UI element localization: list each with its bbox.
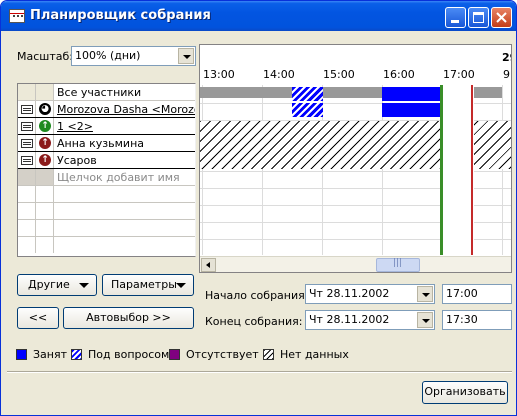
minimize-button[interactable] — [445, 7, 466, 28]
add-attendee-row[interactable]: Щелчок добавит имя — [18, 169, 195, 186]
close-button[interactable] — [491, 7, 512, 28]
separator — [7, 371, 512, 373]
busy-block — [382, 103, 442, 117]
zoom-select[interactable]: 100% (дни) — [71, 46, 196, 66]
required-attendee-icon[interactable]: ↑ — [39, 154, 51, 166]
attendee-name[interactable]: 1 <2> — [57, 120, 195, 133]
start-time-select[interactable]: 17:00 — [442, 284, 512, 304]
dropdown-arrow-icon — [79, 283, 89, 288]
attendee-row[interactable]: ↑ 1 <2> — [18, 118, 195, 135]
start-time-value: 17:00 — [446, 287, 478, 300]
autopick-forward-button[interactable]: Автовыбор >> — [63, 307, 194, 329]
meeting-planner-window: Планировщик собрания Масштаб: 100% (дни)… — [0, 0, 517, 416]
scroll-left-icon[interactable] — [201, 258, 216, 272]
tentative-block — [292, 87, 323, 101]
end-date-select[interactable]: Чт 28.11.2002 — [305, 310, 435, 330]
hour-label: 14:00 — [263, 68, 295, 81]
empty-row — [18, 220, 195, 237]
grid-line — [262, 85, 263, 255]
dropdown-arrow-icon — [176, 283, 186, 288]
grid-line — [202, 85, 203, 255]
time-ruler: 29 13:00 14:00 15:00 16:00 17:00 9:0 — [200, 45, 511, 85]
mail-icon[interactable] — [21, 156, 33, 165]
add-attendee-placeholder[interactable]: Щелчок добавит имя — [57, 171, 195, 184]
meeting-end-label: Конец собрания: — [205, 315, 303, 328]
chevron-down-icon[interactable] — [417, 286, 433, 302]
calendar-icon — [9, 9, 25, 23]
zoom-value: 100% (дни) — [75, 49, 141, 62]
minimize-icon — [451, 20, 459, 23]
hour-label: 9:0 — [503, 68, 511, 81]
free-busy-timeline[interactable]: 29 13:00 14:00 15:00 16:00 17:00 9:0 — [199, 44, 512, 273]
hour-label: 15:00 — [323, 68, 355, 81]
attendee-name[interactable]: Morozova Dasha <Morozova — [57, 103, 195, 116]
busy-block — [382, 87, 442, 101]
optional-attendee-icon[interactable]: ↑ — [39, 120, 51, 132]
meeting-start-label: Начало собрания: — [205, 289, 309, 302]
away-swatch — [169, 349, 180, 360]
mail-icon[interactable] — [21, 122, 33, 131]
mail-icon[interactable] — [21, 105, 33, 114]
organizer-icon[interactable]: ◕ — [39, 103, 51, 115]
attendee-row[interactable]: ◕ Morozova Dasha <Morozova — [18, 101, 195, 118]
start-date-value: Чт 28.11.2002 — [309, 287, 390, 300]
busy-swatch — [16, 349, 27, 360]
tentative-block — [292, 103, 323, 117]
end-date-value: Чт 28.11.2002 — [309, 313, 390, 326]
attendee-grid: Все участники ◕ Morozova Dasha <Morozova… — [17, 83, 196, 257]
empty-row — [18, 203, 195, 220]
options-button[interactable]: Параметры — [102, 274, 194, 296]
hour-label: 17:00 — [443, 68, 475, 81]
day-header: 29 — [502, 51, 511, 64]
organize-button[interactable]: Организовать — [422, 381, 508, 404]
timeline-scrollbar[interactable] — [200, 256, 511, 272]
end-time-select[interactable]: 17:30 — [442, 310, 512, 330]
hour-label: 16:00 — [383, 68, 415, 81]
attendee-name[interactable]: Анна кузьмина — [57, 137, 195, 150]
meeting-end-marker[interactable] — [471, 85, 473, 255]
options-label: Параметры — [111, 278, 177, 291]
required-attendee-icon[interactable]: ↑ — [39, 137, 51, 149]
maximize-button[interactable] — [468, 7, 489, 28]
start-date-select[interactable]: Чт 28.11.2002 — [305, 284, 435, 304]
legend-no-data-label: Нет данных — [280, 348, 349, 361]
legend-busy-label: Занят — [33, 348, 68, 361]
chevron-down-icon[interactable] — [178, 48, 194, 64]
zoom-label: Масштаб: — [17, 50, 73, 63]
title-bar[interactable]: Планировщик собрания — [1, 1, 516, 31]
attendee-row[interactable]: ↑ Анна кузьмина — [18, 135, 195, 152]
maximize-icon — [473, 12, 484, 23]
legend-tentative-label: Под вопросом — [88, 348, 170, 361]
other-attendees-button[interactable]: Другие — [17, 274, 97, 296]
end-time-value: 17:30 — [446, 313, 478, 326]
empty-row — [18, 186, 195, 203]
empty-row — [18, 237, 195, 254]
legend-away-label: Отсутствует — [186, 348, 259, 361]
tentative-swatch — [71, 349, 82, 360]
window-title: Планировщик собрания — [30, 8, 211, 23]
attendee-row[interactable]: ↑ Усаров — [18, 152, 195, 169]
chevron-down-icon[interactable] — [417, 312, 433, 328]
grid-line — [502, 85, 503, 255]
all-attendees-header[interactable]: Все участники — [57, 86, 195, 99]
meeting-selection[interactable] — [440, 85, 474, 255]
hour-label: 13:00 — [203, 68, 235, 81]
mail-icon[interactable] — [21, 139, 33, 148]
no-data-swatch — [263, 349, 274, 360]
autopick-back-button[interactable]: << — [17, 307, 59, 329]
close-icon — [496, 12, 507, 23]
meeting-start-marker[interactable] — [440, 85, 443, 255]
attendee-grid-header: Все участники — [18, 84, 195, 101]
other-attendees-label: Другие — [28, 278, 70, 291]
attendee-name[interactable]: Усаров — [57, 154, 195, 167]
scrollbar-thumb[interactable] — [376, 258, 420, 272]
